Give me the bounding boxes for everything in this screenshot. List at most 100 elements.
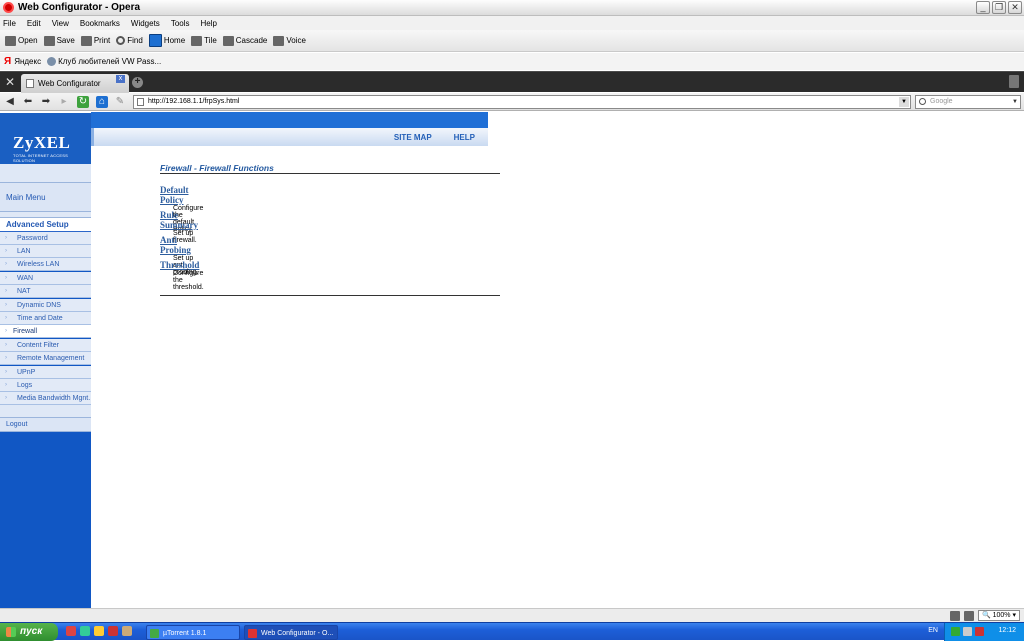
address-field[interactable]: http://192.168.1.1/frpSys.html ▼ — [133, 95, 911, 109]
sidebar-item-label: Logs — [17, 382, 33, 389]
tray-icon[interactable] — [975, 627, 984, 636]
wrench-icon[interactable]: ✕ — [3, 75, 17, 89]
sidebar-main-menu[interactable]: Main Menu — [0, 183, 91, 212]
taskbar-utorrent[interactable]: µTorrent 1.8.1 — [146, 625, 240, 640]
trash-icon[interactable] — [1009, 75, 1019, 88]
sidebar-item-nat[interactable]: NAT — [0, 285, 91, 298]
sidebar-item-upnp[interactable]: UPnP — [0, 366, 91, 379]
sidebar-item-lan[interactable]: LAN — [0, 245, 91, 258]
dropdown-arrow-icon[interactable]: ▼ — [1011, 97, 1019, 107]
sidebar-item-logs[interactable]: Logs — [0, 379, 91, 392]
sidebar-item-label: Password — [17, 235, 48, 242]
sidebar-item-media-bandwidth[interactable]: Media Bandwidth Mgnt. — [0, 392, 91, 405]
cascade-button[interactable]: Cascade — [222, 35, 268, 46]
sidebar-item-remote-management[interactable]: Remote Management — [0, 352, 91, 365]
tile-icon — [191, 35, 203, 46]
widget-icon[interactable] — [949, 610, 960, 621]
home-icon[interactable]: ⌂ — [96, 96, 108, 108]
app-icon[interactable] — [108, 626, 118, 636]
yandex-icon: Я — [4, 56, 12, 67]
new-tab-button[interactable]: + — [132, 77, 143, 88]
title-bar: Web Configurator - Opera _ ❐ ✕ — [0, 0, 1024, 16]
image-toggle-icon[interactable] — [963, 610, 974, 621]
tray-icon[interactable] — [951, 627, 960, 636]
sidebar-item-password[interactable]: Password — [0, 232, 91, 245]
menu-file[interactable]: File — [3, 19, 16, 28]
restore-button[interactable]: ❐ — [992, 1, 1006, 14]
page-title: Firewall - Firewall Functions — [160, 163, 500, 174]
sidebar-item-dynamic-dns[interactable]: Dynamic DNS — [0, 299, 91, 312]
taskbar-web-configurator[interactable]: Web Configurator - O... — [244, 625, 338, 640]
search-icon — [919, 98, 926, 105]
tab-web-configurator[interactable]: Web Configurator x — [21, 74, 129, 93]
sidebar-item-label: Media Bandwidth Mgnt. — [17, 395, 91, 402]
find-button[interactable]: Find — [116, 36, 143, 45]
app-icon[interactable] — [80, 626, 90, 636]
sidebar-item-wireless-lan[interactable]: Wireless LAN — [0, 258, 91, 271]
voice-label: Voice — [286, 36, 306, 45]
threshold-link[interactable]: Threshold — [160, 260, 204, 270]
edit-icon[interactable]: ✎ — [114, 96, 126, 108]
print-button[interactable]: Print — [80, 35, 110, 46]
sidebar-item-label: Firewall — [13, 328, 38, 335]
search-field[interactable]: Google ▼ — [915, 95, 1021, 109]
tray-icon[interactable] — [963, 627, 972, 636]
rule-summary-link[interactable]: Rule Summary — [160, 210, 198, 230]
app-icon[interactable] — [94, 626, 104, 636]
opera-icon[interactable] — [66, 626, 76, 636]
navigation-bar: ◀ ⬅ ➡ ▸ ↻ ⌂ ✎ http://192.168.1.1/frpSys.… — [0, 93, 1024, 111]
rewind-icon[interactable]: ◀ — [4, 96, 16, 108]
voice-button[interactable]: Voice — [273, 35, 306, 46]
menu-help[interactable]: Help — [201, 19, 217, 28]
sidebar-logout[interactable]: Logout — [0, 418, 91, 432]
folder-icon — [5, 35, 16, 46]
zoom-control[interactable]: 🔍 100% ▾ — [977, 610, 1020, 621]
sidebar-item-wan[interactable]: WAN — [0, 272, 91, 285]
magnifier-icon: 🔍 — [981, 612, 991, 619]
back-icon[interactable]: ⬅ — [22, 96, 34, 108]
start-button[interactable]: пуск — [0, 623, 58, 641]
site-map-link[interactable]: SITE MAP — [394, 133, 432, 142]
tile-label: Tile — [204, 36, 217, 45]
default-policy-link[interactable]: Default Policy — [160, 185, 203, 205]
forward-icon[interactable]: ➡ — [40, 96, 52, 108]
help-link[interactable]: HELP — [454, 133, 475, 142]
fast-forward-icon[interactable]: ▸ — [58, 96, 70, 108]
status-bar: 🔍 100% ▾ — [0, 608, 1024, 622]
menu-view[interactable]: View — [52, 19, 69, 28]
sidebar-item-time-and-date[interactable]: Time and Date — [0, 312, 91, 325]
close-button[interactable]: ✕ — [1008, 1, 1022, 14]
bookmark-vw-club[interactable]: Клуб любителей VW Pass... — [47, 57, 161, 66]
open-button[interactable]: Open — [5, 35, 38, 46]
reload-icon[interactable]: ↻ — [77, 96, 89, 108]
menu-bookmarks[interactable]: Bookmarks — [80, 19, 120, 28]
app-icon[interactable] — [122, 626, 132, 636]
main-toolbar: Open Save Print Find Home Tile Cascade V… — [0, 30, 1024, 52]
bookmark-yandex[interactable]: Я Яндекс — [4, 56, 41, 67]
disk-icon — [43, 35, 55, 46]
dropdown-arrow-icon[interactable]: ▼ — [899, 97, 909, 107]
save-button[interactable]: Save — [43, 35, 75, 46]
anti-probing-link[interactable]: Anti Probing — [160, 235, 198, 255]
sidebar-item-content-filter[interactable]: Content Filter — [0, 339, 91, 352]
menu-edit[interactable]: Edit — [27, 19, 41, 28]
home-button[interactable]: Home — [148, 34, 185, 47]
header-band — [91, 112, 488, 128]
clock: 12:12 — [998, 627, 1016, 634]
minimize-button[interactable]: _ — [976, 1, 990, 14]
find-label: Find — [127, 36, 143, 45]
sidebar-spacer — [0, 164, 91, 183]
menu-bar: File Edit View Bookmarks Widgets Tools H… — [0, 16, 1024, 30]
tile-button[interactable]: Tile — [191, 35, 217, 46]
sidebar-advanced-setup[interactable]: Advanced Setup — [0, 218, 91, 232]
section-threshold: Threshold Configure the threshold. — [160, 260, 204, 291]
sidebar-item-firewall[interactable]: Firewall — [0, 325, 91, 338]
close-tab-icon[interactable]: x — [116, 75, 125, 83]
cascade-label: Cascade — [235, 36, 268, 45]
language-indicator[interactable]: EN — [928, 627, 938, 634]
sidebar-item-label: Remote Management — [17, 355, 85, 362]
menu-widgets[interactable]: Widgets — [131, 19, 160, 28]
sidebar-item-label: WAN — [17, 275, 34, 282]
voice-icon — [273, 35, 285, 46]
menu-tools[interactable]: Tools — [171, 19, 190, 28]
